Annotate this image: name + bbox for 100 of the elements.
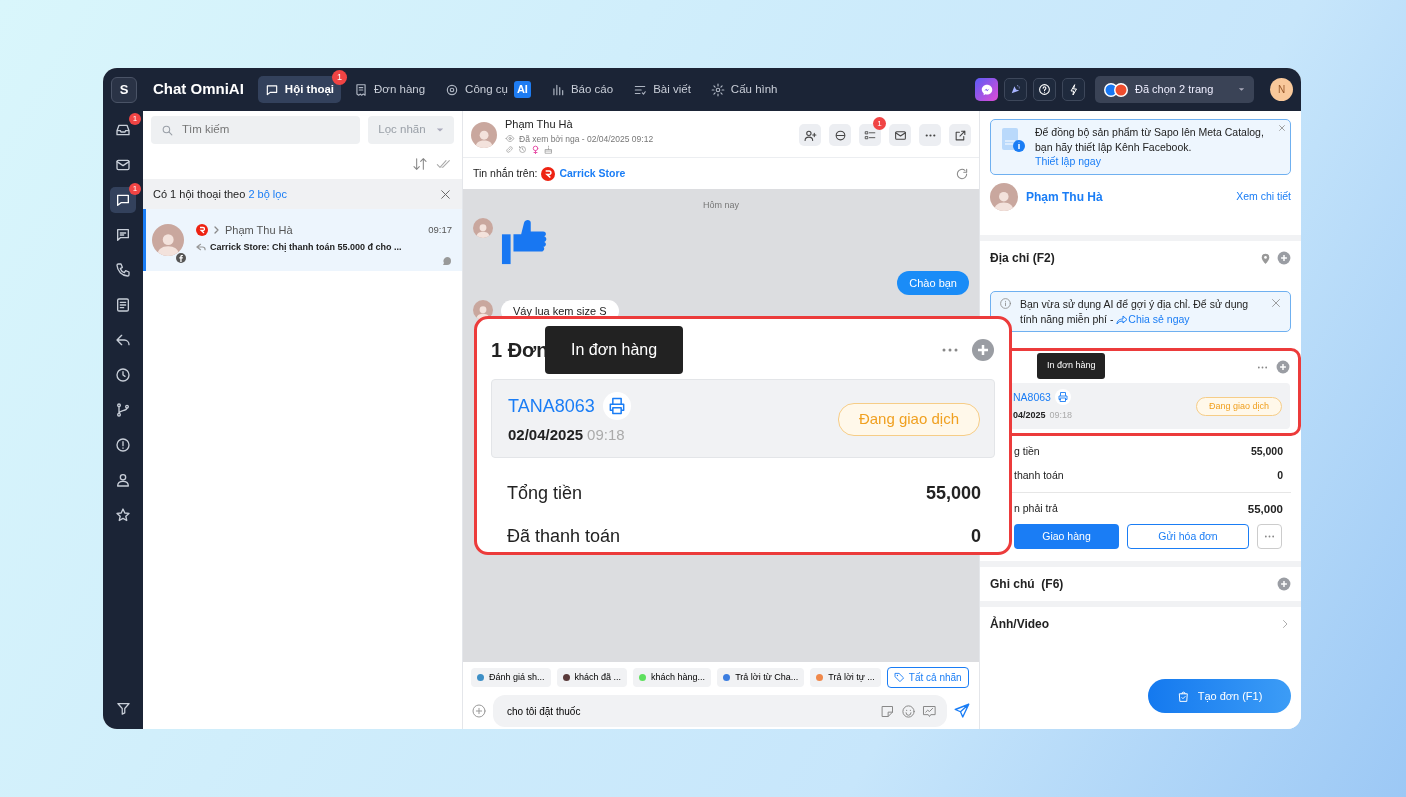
external-link-icon — [953, 128, 967, 142]
link-icon — [505, 145, 514, 155]
nav-tab[interactable]: Bài viết — [626, 75, 698, 104]
contact-name: Phạm Thu Hà — [225, 223, 293, 238]
app-title: Chat OmniAI — [153, 79, 244, 100]
add-icon[interactable] — [971, 338, 995, 362]
page-avatars-icon — [1103, 80, 1129, 99]
order-code[interactable]: NA8063 — [1013, 389, 1051, 406]
banner-text: Để đồng bộ sản phẩm từ Sapo lên Meta Catalog, bạn hãy thiết lập Kênh Facebook. — [1035, 125, 1265, 155]
print-button[interactable] — [602, 392, 631, 420]
section-title: Ghi chú (F6) — [990, 576, 1064, 594]
source-label: Tin nhắn trên: — [473, 165, 538, 181]
view-details-link[interactable]: Xem chi tiết — [1236, 189, 1291, 205]
chevron-icon — [212, 225, 221, 236]
row-label: thanh toán — [1014, 468, 1064, 484]
all-labels-button[interactable]: Tất cả nhãn — [886, 667, 969, 688]
add-icon[interactable] — [1277, 577, 1291, 592]
star-icon — [115, 507, 131, 523]
page-selector[interactable]: Đã chọn 2 trang — [1095, 76, 1254, 103]
setup-link[interactable]: Thiết lập ngay — [1035, 154, 1282, 170]
chat-bubble-icon — [115, 192, 131, 208]
announce-button[interactable] — [1004, 78, 1027, 101]
message-time: 09:17 — [428, 223, 452, 238]
lightning-button[interactable] — [1062, 78, 1085, 101]
sidebar-item[interactable] — [110, 187, 136, 213]
add-icon[interactable] — [471, 703, 487, 719]
add-icon[interactable] — [1276, 360, 1290, 375]
caret-icon — [435, 126, 444, 134]
nav-tab[interactable]: Đơn hàng — [347, 75, 433, 104]
message-input[interactable]: cho tôi đặt thuốc — [505, 702, 874, 720]
section-title: Ảnh/Video — [990, 615, 1050, 634]
store-link[interactable]: Carrick Store — [559, 165, 626, 182]
sticker-icon[interactable] — [880, 703, 895, 719]
date-divider: Hôm nay — [703, 200, 739, 210]
sort-icon[interactable] — [412, 156, 428, 172]
refresh-icon[interactable] — [955, 166, 969, 181]
mail-icon — [893, 128, 907, 142]
add-user-button[interactable] — [799, 124, 821, 146]
notification-badge: 1 — [129, 183, 141, 195]
seen-status: Đã xem bởi nga - 02/04/2025 09:12 — [519, 132, 654, 146]
branch-icon — [115, 402, 131, 418]
chart-message-icon[interactable] — [922, 703, 937, 719]
message-bubble: Chào bạn — [897, 271, 969, 295]
add-icon[interactable] — [1277, 251, 1291, 266]
messenger-button[interactable] — [975, 78, 998, 101]
help-button[interactable] — [1033, 78, 1056, 101]
open-external-button[interactable] — [949, 124, 971, 146]
reply-icon — [115, 332, 131, 348]
row-value: 55,000 — [1247, 501, 1283, 517]
mail-icon — [115, 157, 131, 173]
block-button[interactable] — [829, 124, 851, 146]
section-title: Địa chỉ (F2) — [990, 250, 1055, 268]
label-tag[interactable]: Trả lời tự ... — [810, 667, 881, 688]
send-icon[interactable] — [953, 702, 971, 720]
avatar — [471, 122, 497, 148]
filter-notice: Có 1 hội thoại theo 2 bộ lọc — [153, 186, 287, 202]
eye-icon — [505, 134, 515, 144]
deliver-button[interactable]: Giao hàng — [1014, 524, 1119, 550]
task-list-button[interactable] — [859, 124, 881, 146]
store-logo-icon — [196, 224, 208, 237]
close-icon[interactable] — [1270, 297, 1282, 310]
contact-name: Phạm Thu Hà — [505, 117, 574, 132]
send-invoice-button[interactable]: Gửi hóa đơn — [1127, 524, 1249, 550]
notification-badge: 1 — [332, 69, 348, 85]
close-icon[interactable] — [1278, 124, 1286, 132]
composer-bar[interactable]: cho tôi đặt thuốc — [493, 695, 947, 727]
bar-chart-icon — [550, 82, 565, 97]
label-tag[interactable]: khách hàng... — [633, 667, 712, 688]
search-field[interactable]: Tìm kiếm — [180, 120, 330, 140]
facebook-badge-icon — [176, 253, 186, 263]
info-icon — [999, 297, 1012, 311]
label-tag[interactable]: khách đã ... — [556, 667, 628, 688]
printer-icon — [1056, 391, 1069, 404]
user-avatar[interactable]: N — [1270, 78, 1293, 101]
location-pin-icon[interactable] — [1259, 251, 1272, 265]
search-bar[interactable]: Tìm kiếm — [151, 116, 360, 144]
app-logo: S — [111, 76, 137, 103]
more-button[interactable] — [919, 124, 941, 146]
user-icon — [115, 472, 131, 488]
comment-icon — [115, 227, 131, 243]
alert-icon — [115, 437, 131, 453]
conversation-item[interactable]: Phạm Thu Hà 09:17 Carrick Store: Chị thanh toán 55.000 đ cho ... — [143, 209, 462, 271]
document-info-icon — [999, 125, 1027, 155]
mail-button[interactable] — [889, 124, 911, 146]
reply-icon — [196, 242, 206, 253]
customer-name[interactable]: Phạm Thu Hà — [1026, 188, 1103, 207]
label-tag[interactable]: Đánh giá sh... — [471, 667, 551, 688]
print-button[interactable] — [1054, 389, 1071, 406]
label-tag[interactable]: Trả lời từ Cha... — [717, 667, 805, 688]
row-label: Tổng tiền — [507, 481, 583, 505]
order-status: Đang giao dịch — [1195, 396, 1282, 417]
clock-icon — [115, 367, 131, 383]
inbox-icon — [115, 122, 131, 138]
close-icon[interactable] — [439, 187, 452, 201]
nav-tab[interactable]: Công cụ AI — [438, 75, 538, 104]
nav-tab[interactable]: Báo cáo — [543, 75, 621, 104]
order-code[interactable]: TANA8063 — [508, 392, 595, 420]
filter-icon — [115, 700, 131, 716]
nav-tab[interactable]: Cấu hình — [703, 75, 785, 104]
row-label: n phải trả — [1014, 500, 1058, 516]
